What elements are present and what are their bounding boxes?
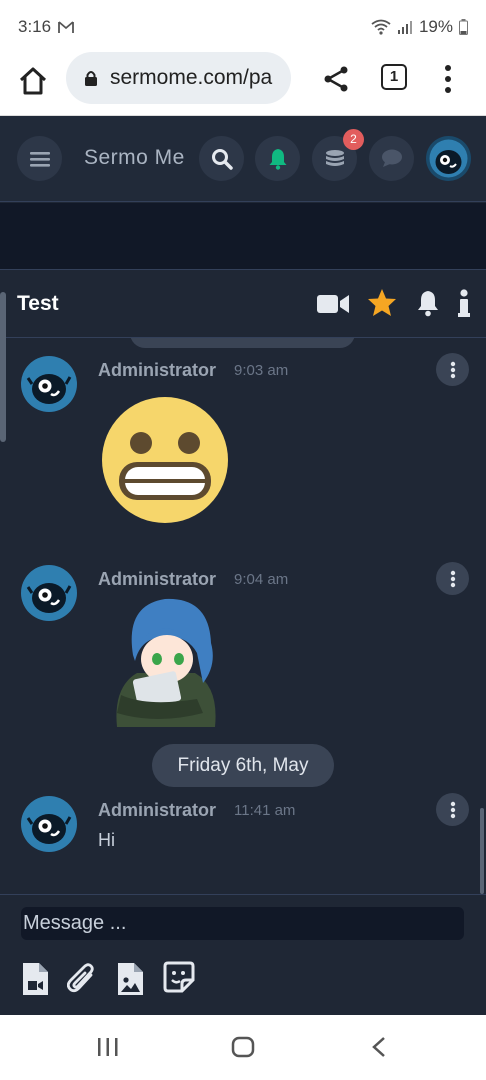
message-author[interactable]: Administrator bbox=[98, 569, 216, 590]
scrollbar[interactable] bbox=[480, 808, 484, 894]
video-camera-icon[interactable] bbox=[317, 294, 349, 314]
home-icon[interactable] bbox=[17, 65, 49, 97]
message-input[interactable] bbox=[21, 907, 464, 940]
more-vert-icon bbox=[450, 361, 455, 378]
star-icon[interactable] bbox=[367, 288, 397, 317]
app-top-nav: Sermo Me 2 bbox=[0, 116, 486, 202]
avatar[interactable] bbox=[21, 356, 77, 412]
bell-icon bbox=[269, 148, 286, 170]
brand-name[interactable]: Sermo Me bbox=[84, 146, 185, 170]
paperclip-icon[interactable] bbox=[67, 962, 97, 996]
grimace-emoji bbox=[102, 397, 228, 523]
message-composer bbox=[0, 894, 486, 1015]
browser-toolbar: sermome.com/pa 1 bbox=[0, 52, 486, 116]
more-vert-icon bbox=[450, 801, 455, 818]
chat-app: Sermo Me 2 Test Administrator 9:03 am Ad… bbox=[0, 116, 486, 1015]
address-bar[interactable]: sermome.com/pa bbox=[66, 52, 291, 104]
message-options-button[interactable] bbox=[436, 793, 469, 826]
back-icon[interactable] bbox=[371, 1036, 387, 1058]
side-drawer-handle[interactable] bbox=[0, 292, 6, 442]
more-vert-icon bbox=[450, 570, 455, 587]
status-time: 3:16 bbox=[18, 17, 52, 36]
message-text: Hi bbox=[98, 830, 115, 850]
room-title: Test bbox=[17, 292, 59, 315]
banner-area bbox=[0, 203, 486, 270]
user-avatar[interactable] bbox=[426, 136, 471, 181]
message-author[interactable]: Administrator bbox=[98, 360, 216, 381]
system-nav-bar bbox=[0, 1015, 486, 1080]
home-nav-icon[interactable] bbox=[231, 1036, 255, 1058]
message-options-button[interactable] bbox=[436, 353, 469, 386]
share-icon[interactable] bbox=[322, 65, 350, 93]
avatar[interactable] bbox=[21, 796, 77, 852]
signal-icon bbox=[397, 21, 412, 34]
bell-outline-icon[interactable] bbox=[416, 289, 440, 317]
hamburger-menu-button[interactable] bbox=[17, 136, 62, 181]
more-vert-icon[interactable] bbox=[440, 62, 456, 96]
message-time: 9:04 am bbox=[234, 571, 289, 588]
tab-switcher-button[interactable]: 1 bbox=[381, 64, 407, 90]
status-bar: 3:16 19% bbox=[0, 0, 486, 52]
room-header: Test bbox=[0, 270, 486, 338]
date-separator: Friday 6th, May bbox=[152, 744, 334, 787]
notification-badge: 2 bbox=[343, 129, 364, 150]
previous-date-separator bbox=[130, 338, 355, 348]
chat-bubble-icon bbox=[381, 149, 402, 167]
avatar[interactable] bbox=[21, 565, 77, 621]
battery-icon bbox=[459, 19, 468, 35]
video-file-icon[interactable] bbox=[21, 962, 51, 996]
info-icon[interactable] bbox=[458, 289, 470, 317]
lock-icon bbox=[85, 71, 97, 86]
menu-icon bbox=[29, 151, 50, 167]
url-text: sermome.com/pa bbox=[110, 66, 273, 89]
message-time: 9:03 am bbox=[234, 362, 289, 379]
gmail-icon bbox=[58, 19, 74, 39]
search-icon bbox=[211, 148, 233, 170]
battery-percent: 19% bbox=[418, 17, 453, 36]
recent-apps-icon[interactable] bbox=[97, 1037, 119, 1057]
message-list[interactable]: Administrator 9:03 am Administrator 9:04… bbox=[0, 338, 486, 894]
coins-icon bbox=[325, 149, 344, 166]
image-file-icon[interactable] bbox=[116, 962, 146, 996]
notifications-button[interactable] bbox=[255, 136, 300, 181]
anime-girl-sticker bbox=[116, 598, 216, 727]
search-button[interactable] bbox=[199, 136, 244, 181]
wifi-icon bbox=[371, 19, 391, 35]
sticker-icon[interactable] bbox=[162, 960, 196, 994]
status-indicators: 19% bbox=[371, 17, 468, 37]
message-options-button[interactable] bbox=[436, 562, 469, 595]
message-time: 11:41 am bbox=[234, 802, 296, 819]
message-author[interactable]: Administrator bbox=[98, 800, 216, 821]
messages-button[interactable] bbox=[369, 136, 414, 181]
